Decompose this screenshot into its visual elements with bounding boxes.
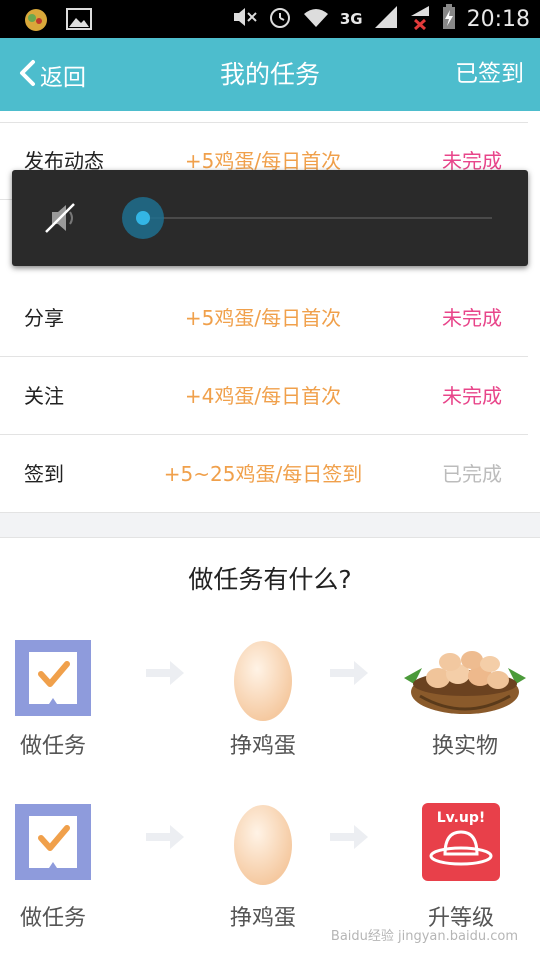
flow-step: 挣鸡蛋: [188, 628, 338, 778]
signal-icon: [373, 4, 399, 34]
task-status: 已完成: [442, 462, 502, 486]
egg-icon: [188, 628, 338, 728]
status-bar: 3G 20:18: [0, 0, 540, 38]
task-row[interactable]: 关注 +4鸡蛋/每日首次 未完成: [0, 357, 540, 435]
task-row[interactable]: 签到 +5~25鸡蛋/每日签到 已完成: [0, 435, 540, 513]
app-icon: [22, 6, 50, 36]
egg-basket-icon: [390, 628, 540, 728]
section-separator: [0, 512, 540, 538]
task-status: 未完成: [442, 384, 502, 408]
signed-in-button[interactable]: 已签到: [455, 38, 524, 111]
flow-step: 换实物: [390, 628, 540, 778]
back-label: 返回: [40, 64, 86, 91]
task-row[interactable]: 分享 +5鸡蛋/每日首次 未完成: [0, 279, 540, 357]
task-reward: +4鸡蛋/每日首次: [184, 384, 342, 408]
level-badge-text: Lv.up!: [437, 810, 486, 826]
flow-row: 做任务 挣鸡蛋 换实物: [0, 628, 540, 778]
flow-step: Lv.up! 升等级: [386, 792, 536, 942]
task-check-icon: [0, 628, 128, 728]
arrow-right-icon: [330, 822, 370, 852]
battery-charging-icon: [441, 4, 457, 34]
arrow-right-icon: [146, 822, 186, 852]
watermark: Baidu经验 jingyan.baidu.com: [330, 929, 518, 944]
task-name: 关注: [24, 384, 64, 408]
volume-slider-thumb[interactable]: [121, 196, 165, 240]
flow-row: 做任务 挣鸡蛋 Lv.up! 升等级: [0, 792, 540, 942]
flow-label: 换实物: [431, 734, 498, 759]
title-bar: 返回 我的任务 已签到: [0, 38, 540, 111]
task-name: 签到: [24, 462, 64, 486]
flow-label: 做任务: [19, 734, 86, 759]
flow-step: 做任务: [0, 792, 128, 942]
flow-label: 挣鸡蛋: [229, 734, 296, 759]
task-name: 分享: [24, 306, 64, 330]
image-icon: [66, 8, 92, 34]
flow-label: 挣鸡蛋: [229, 906, 296, 931]
back-button[interactable]: 返回: [18, 38, 86, 111]
alarm-icon: [268, 5, 292, 33]
flow-step: 挣鸡蛋: [188, 792, 338, 942]
flow-step: 做任务: [0, 628, 128, 778]
network-type: 3G: [339, 10, 363, 28]
task-reward: +5~25鸡蛋/每日签到: [163, 462, 363, 486]
volume-slider-track[interactable]: [144, 217, 492, 219]
arrow-right-icon: [330, 658, 370, 688]
level-up-icon: Lv.up!: [386, 792, 536, 892]
task-check-icon: [0, 792, 128, 892]
task-reward: +5鸡蛋/每日首次: [184, 306, 342, 330]
mute-icon: [232, 5, 258, 33]
signal-no-sim-icon: [409, 4, 431, 34]
volume-panel: [12, 170, 528, 266]
chevron-left-icon: [18, 59, 36, 91]
arrow-right-icon: [146, 658, 186, 688]
flow-label: 做任务: [19, 906, 86, 931]
task-status: 未完成: [442, 306, 502, 330]
egg-icon: [188, 792, 338, 892]
info-title: 做任务有什么?: [188, 565, 352, 594]
speaker-muted-icon[interactable]: [42, 198, 82, 238]
status-time: 20:18: [466, 6, 530, 32]
wifi-icon: [302, 6, 330, 32]
